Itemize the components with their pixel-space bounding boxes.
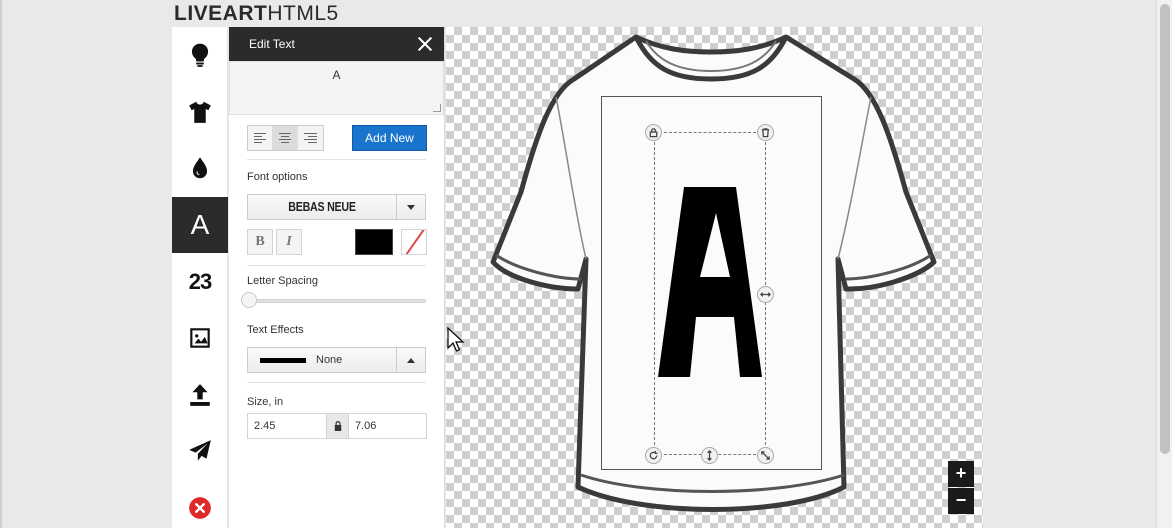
lock-icon[interactable] [645, 124, 662, 141]
size-label: Size, in [247, 396, 284, 408]
text-input[interactable]: A [229, 61, 444, 115]
divider [247, 382, 426, 383]
bold-button[interactable]: B [247, 229, 273, 255]
lock-ratio-button[interactable] [326, 413, 349, 439]
text-effects-select[interactable]: None [247, 347, 426, 373]
products-tool[interactable] [172, 84, 228, 141]
text-align-group [247, 125, 324, 151]
text-effects-label: Text Effects [247, 324, 304, 336]
numbers-icon: 23 [188, 268, 213, 294]
align-right-button[interactable] [298, 126, 323, 150]
horizontal-resize-icon[interactable] [757, 286, 774, 303]
page-border [0, 0, 2, 528]
text-tool[interactable]: A [172, 196, 228, 254]
lock-icon [334, 421, 341, 431]
design-canvas[interactable]: + − [446, 27, 983, 528]
rotate-icon[interactable] [645, 447, 662, 464]
divider [247, 265, 426, 266]
letter-spacing-slider[interactable] [247, 299, 426, 303]
mouse-pointer-icon [447, 327, 465, 352]
page-scrollbar[interactable] [1156, 0, 1172, 528]
zoom-in-button[interactable]: + [948, 461, 974, 487]
tshirt-icon [189, 101, 211, 123]
logo-light-text: HTML5 [267, 2, 339, 25]
align-left-button[interactable] [248, 126, 273, 150]
ideas-tool[interactable] [172, 27, 228, 84]
letter-spacing-slider-handle[interactable] [241, 292, 257, 308]
vertical-resize-icon[interactable] [701, 447, 718, 464]
add-new-button[interactable]: Add New [352, 125, 427, 151]
chevron-up-icon[interactable] [396, 348, 425, 372]
effect-preview-line [260, 358, 306, 363]
letter-a-icon: A [190, 209, 210, 241]
text-effects-value: None [316, 354, 343, 366]
zoom-out-button[interactable]: − [948, 488, 974, 514]
app-logo: LIVEARTHTML5 [174, 2, 339, 26]
droplet-icon [192, 157, 208, 179]
edit-text-panel: Edit Text A Add New Font options BEBAS N… [229, 27, 445, 528]
scale-icon[interactable] [757, 447, 774, 464]
letter-spacing-label: Letter Spacing [247, 275, 318, 287]
panel-header: Edit Text [229, 27, 444, 61]
font-select-value: BEBAS NEUE [288, 199, 356, 214]
close-icon[interactable] [416, 35, 434, 53]
numbers-tool[interactable]: 23 [172, 253, 228, 310]
delete-icon[interactable] [757, 124, 774, 141]
close-circle-icon [189, 497, 211, 519]
lightbulb-icon [191, 43, 209, 68]
height-input[interactable]: 7.06 [348, 413, 427, 439]
italic-button[interactable]: I [276, 229, 302, 255]
colors-tool[interactable] [172, 140, 228, 197]
divider [247, 159, 426, 160]
tool-sidebar: A 23 [172, 27, 228, 528]
upload-tool[interactable] [172, 367, 228, 424]
scrollbar-thumb[interactable] [1160, 4, 1170, 454]
no-fill-icon[interactable] [401, 229, 427, 255]
font-select[interactable]: BEBAS NEUE [247, 194, 426, 220]
upload-icon [190, 384, 210, 406]
image-tool[interactable] [172, 310, 228, 367]
chevron-down-icon[interactable] [396, 195, 425, 219]
text-input-value: A [332, 68, 341, 82]
logo-bold-text: LIVEART [174, 2, 268, 25]
font-options-label: Font options [247, 171, 308, 183]
panel-title: Edit Text [249, 37, 295, 51]
align-center-button[interactable] [273, 126, 298, 150]
send-icon [189, 440, 211, 462]
share-tool[interactable] [172, 423, 228, 480]
clear-tool[interactable] [172, 480, 228, 528]
text-color-swatch[interactable] [355, 229, 393, 255]
image-icon [190, 328, 210, 349]
selection-box[interactable] [654, 132, 766, 455]
width-input[interactable]: 2.45 [247, 413, 327, 439]
resize-grip-icon[interactable] [433, 104, 441, 112]
